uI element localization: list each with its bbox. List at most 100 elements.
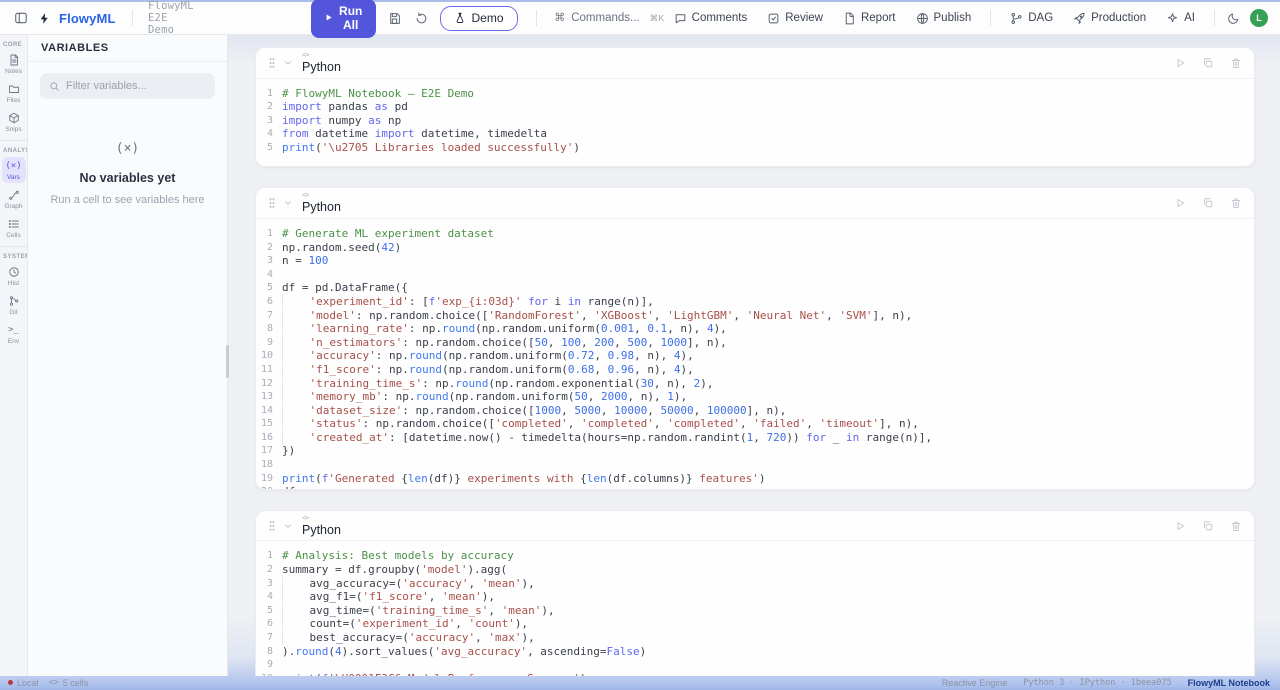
code-text: avg_f1=('f1_score', 'mean'), [282,590,495,604]
comments-button[interactable]: Comments [665,8,757,29]
code-line[interactable]: 5print('\u2705 Libraries loaded successf… [256,141,1254,155]
document-title: FlowyML E2E Demo [148,0,199,36]
line-number: 4 [256,127,282,141]
rail-item-vars[interactable]: (×)Vars [2,157,26,183]
ai-button[interactable]: AI [1157,8,1204,29]
cell-code-editor[interactable]: 1# Analysis: Best models by accuracy2sum… [256,541,1254,676]
cells-count[interactable]: <> 5 cells [49,678,89,688]
kernel-label[interactable]: Python 3 · IPython · 1beea075 [1023,678,1171,688]
user-avatar[interactable]: L [1250,9,1268,27]
publish-button[interactable]: Publish [907,8,981,29]
code-line[interactable]: 2summary = df.groupby('model').agg( [256,563,1254,577]
code-line[interactable]: 14 'dataset_size': np.random.choice([100… [256,404,1254,418]
code-line[interactable]: 5df = pd.DataFrame({ [256,281,1254,295]
code-line[interactable]: 17}) [256,444,1254,458]
code-line[interactable]: 11 'f1_score': np.round(np.random.unifor… [256,363,1254,377]
connection-label: Local [17,678,39,688]
dag-button[interactable]: DAG [1001,8,1062,29]
duplicate-cell-button[interactable] [1200,518,1216,534]
rail-item-notes[interactable]: Notes [2,51,26,77]
rail-item-hist[interactable]: Hist [2,263,26,289]
sidebar-resize-handle[interactable] [226,345,229,378]
delete-cell-button[interactable] [1228,518,1244,534]
save-button[interactable] [386,10,403,27]
code-line[interactable]: 2np.random.seed(42) [256,241,1254,255]
rail-item-files[interactable]: Files [2,80,26,106]
review-button[interactable]: Review [758,8,832,29]
code-line[interactable]: 1# Generate ML experiment dataset [256,227,1254,241]
rail-item-env[interactable]: >_Env [2,321,26,347]
code-line[interactable]: 8).round(4).sort_values('avg_accuracy', … [256,645,1254,659]
theme-toggle-button[interactable] [1225,10,1242,27]
code-line[interactable]: 9 [256,658,1254,672]
code-line[interactable]: 12 'training_time_s': np.round(np.random… [256,377,1254,391]
run-cell-button[interactable] [1172,518,1188,534]
code-line[interactable]: 4from datetime import datetime, timedelt… [256,127,1254,141]
code-line[interactable]: 1# Analysis: Best models by accuracy [256,549,1254,563]
rail-item-git[interactable]: Git [2,292,26,318]
code-line[interactable]: 13 'memory_mb': np.round(np.random.unifo… [256,390,1254,404]
code-icon: <> [49,678,59,688]
line-number: 12 [256,377,282,391]
rail-item-graph[interactable]: Graph [2,186,26,212]
cell-code-editor[interactable]: 1# FlowyML Notebook — E2E Demo2import pa… [256,79,1254,167]
restart-button[interactable] [413,10,430,27]
code-line[interactable]: 7 best_accuracy=('accuracy', 'max'), [256,631,1254,645]
report-button[interactable]: Report [834,8,905,29]
divider [536,10,537,26]
connection-status[interactable]: Local [8,678,39,688]
duplicate-cell-button[interactable] [1200,55,1216,71]
code-line[interactable]: 6 'experiment_id': [f'exp_{i:03d}' for i… [256,295,1254,309]
icon-rail: CORENotesFilesSnipsANALYSIS(×)VarsGraphC… [0,35,28,676]
run-all-button[interactable]: Run All [311,0,376,38]
delete-cell-button[interactable] [1228,55,1244,71]
code-line[interactable]: 3 avg_accuracy=('accuracy', 'mean'), [256,577,1254,591]
code-line[interactable]: 16 'created_at': [datetime.now() - timed… [256,431,1254,445]
duplicate-cell-button[interactable] [1200,195,1216,211]
trash-icon [1230,520,1242,532]
code-line[interactable]: 4 [256,268,1254,282]
code-line[interactable]: 3import numpy as np [256,114,1254,128]
cell-language-selector[interactable]: <>Python [302,192,341,214]
code-line[interactable]: 20df [256,485,1254,489]
code-line[interactable]: 2import pandas as pd [256,100,1254,114]
chevron-down-icon[interactable] [279,56,297,70]
run-cell-button[interactable] [1172,55,1188,71]
cell-language-selector[interactable]: <>Python [302,515,341,537]
sidebar-toggle-button[interactable] [12,9,30,27]
code-line[interactable]: 10 'accuracy': np.round(np.random.unifor… [256,349,1254,363]
chevron-down-icon[interactable] [279,519,297,533]
toolbar-left: FlowyML FlowyML E2E Demo [12,0,199,36]
cell-code-editor[interactable]: 1# Generate ML experiment dataset2np.ran… [256,219,1254,489]
drag-handle-icon[interactable] [265,55,279,71]
code-line[interactable]: 9 'n_estimators': np.random.choice([50, … [256,336,1254,350]
run-cell-button[interactable] [1172,195,1188,211]
filter-variables-box[interactable] [40,73,215,99]
drag-handle-icon[interactable] [265,518,279,534]
code-line[interactable]: 18 [256,458,1254,472]
code-line[interactable]: 4 avg_f1=('f1_score', 'mean'), [256,590,1254,604]
commands-button[interactable]: ⌘ Commands... [554,12,639,24]
code-line[interactable]: 8 'learning_rate': np.round(np.random.un… [256,322,1254,336]
demo-button[interactable]: Demo [440,6,518,31]
vars-empty-icon: (×) [28,141,227,156]
code-line[interactable]: 15 'status': np.random.choice(['complete… [256,417,1254,431]
dag-icon [1010,12,1023,25]
code-cell: <>Python 1# Analysis: Best models by accu… [255,510,1255,676]
code-text: from datetime import datetime, timedelta [282,127,547,141]
code-line[interactable]: 7 'model': np.random.choice(['RandomFore… [256,309,1254,323]
rail-item-cells[interactable]: Cells [2,215,26,241]
code-line[interactable]: 1# FlowyML Notebook — E2E Demo [256,87,1254,101]
production-button[interactable]: Production [1064,8,1155,29]
code-line[interactable]: 5 avg_time=('training_time_s', 'mean'), [256,604,1254,618]
code-line[interactable]: 6 count=('experiment_id', 'count'), [256,617,1254,631]
code-line[interactable]: 19print(f'Generated {len(df)} experiment… [256,472,1254,486]
cell-header: <>Python [256,511,1254,542]
chevron-down-icon[interactable] [279,196,297,210]
delete-cell-button[interactable] [1228,195,1244,211]
rail-item-snips[interactable]: Snips [2,109,26,135]
cell-language-selector[interactable]: <>Python [302,52,341,74]
code-line[interactable]: 3n = 100 [256,254,1254,268]
filter-variables-input[interactable] [66,80,206,92]
drag-handle-icon[interactable] [265,195,279,211]
